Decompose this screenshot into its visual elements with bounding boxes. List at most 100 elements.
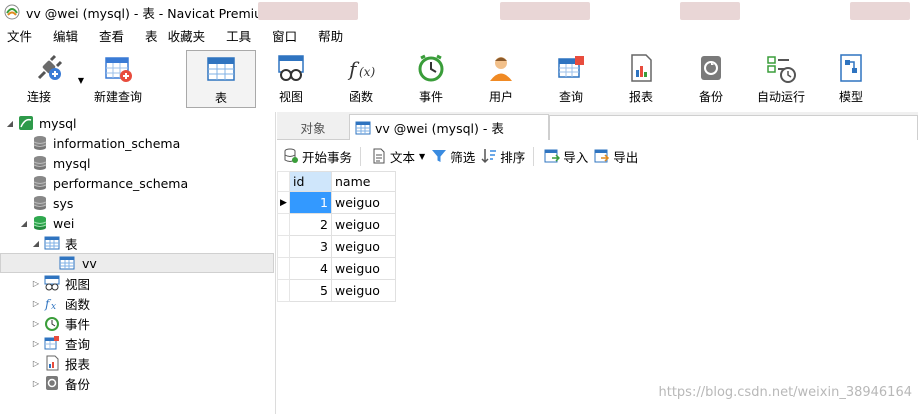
tree-label: 事件 — [65, 316, 91, 332]
menu-file[interactable]: 文件 — [3, 26, 36, 45]
collapsed-arrow-icon[interactable]: ▷ — [30, 319, 42, 328]
tree-label: 函数 — [65, 296, 91, 312]
table-row[interactable]: 5 weiguo — [277, 279, 396, 302]
cell-id[interactable]: 1 — [289, 191, 332, 214]
tree-label: 报表 — [65, 356, 91, 372]
tree-queries-node[interactable]: ▷ 查询 — [0, 333, 276, 353]
view-button[interactable]: 视图 — [256, 50, 326, 108]
view-icon — [278, 55, 304, 81]
backup-icon — [701, 56, 721, 80]
tree-functions-node[interactable]: ▷ fx 函数 — [0, 293, 276, 313]
database-icon — [33, 136, 47, 150]
menu-help[interactable]: 帮助 — [314, 26, 347, 45]
collapsed-arrow-icon[interactable]: ▷ — [30, 359, 42, 368]
cell-id[interactable]: 2 — [289, 213, 332, 236]
cell-name[interactable]: weiguo — [331, 235, 396, 258]
report-button[interactable]: 报表 — [606, 50, 676, 108]
user-button[interactable]: 用户 — [466, 50, 536, 108]
automation-button[interactable]: 自动运行 — [748, 50, 814, 108]
query-icon — [44, 336, 59, 350]
table-icon — [207, 57, 235, 81]
table-row[interactable]: 4 weiguo — [277, 257, 396, 280]
tree-label: 备份 — [65, 376, 91, 392]
collapsed-arrow-icon[interactable]: ▷ — [30, 279, 42, 288]
export-button[interactable]: 导出 — [594, 147, 638, 166]
blurred-tab — [680, 2, 740, 20]
table-toolbar: 开始事务 文本 ▼ 筛选 排序 导入 导出 — [277, 141, 918, 171]
collapsed-arrow-icon[interactable]: ▷ — [30, 339, 42, 348]
tree-table-vv[interactable]: vv — [0, 253, 274, 273]
function-label: 函数 — [348, 90, 373, 104]
row-header — [277, 279, 290, 302]
function-button[interactable]: f (x) 函数 — [326, 50, 396, 108]
tree-label: vv — [82, 255, 97, 271]
watermark: https://blog.csdn.net/weixin_38946164 — [658, 385, 912, 400]
cell-name[interactable]: weiguo — [331, 191, 396, 214]
begin-transaction-label: 开始事务 — [302, 149, 353, 165]
cell-id[interactable]: 4 — [289, 257, 332, 280]
table-row[interactable]: 2 weiguo — [277, 213, 396, 236]
cell-name[interactable]: weiguo — [331, 213, 396, 236]
menu-tools[interactable]: 工具 — [222, 26, 255, 45]
tree-label: sys — [53, 195, 74, 211]
query-label: 查询 — [558, 90, 583, 104]
menu-edit[interactable]: 编辑 — [49, 26, 82, 45]
cell-name[interactable]: weiguo — [331, 279, 396, 302]
tree-tables-node[interactable]: ◢ 表 — [0, 233, 276, 253]
event-button[interactable]: 事件 — [396, 50, 466, 108]
tree-db-information-schema[interactable]: information_schema — [0, 133, 276, 153]
navigation-tree: ◢ mysql information_schema mysql perform… — [0, 112, 276, 414]
tree-db-wei[interactable]: ◢ wei — [0, 213, 276, 233]
expanded-arrow-icon[interactable]: ◢ — [30, 239, 42, 248]
tree-db-mysql[interactable]: mysql — [0, 153, 276, 173]
cell-id[interactable]: 5 — [289, 279, 332, 302]
tree-label: 视图 — [65, 276, 91, 292]
cell-name[interactable]: weiguo — [331, 257, 396, 280]
tree-connection-mysql[interactable]: ◢ mysql — [0, 113, 276, 133]
expanded-arrow-icon[interactable]: ◢ — [4, 119, 16, 128]
import-button[interactable]: 导入 — [544, 147, 588, 166]
column-header-id[interactable]: id — [289, 171, 332, 192]
collapsed-arrow-icon[interactable]: ▷ — [30, 379, 42, 388]
column-header-name[interactable]: name — [331, 171, 396, 192]
cell-id[interactable]: 3 — [289, 235, 332, 258]
new-query-button[interactable]: 新建查询 — [88, 50, 148, 108]
chevron-down-icon[interactable]: ▼ — [419, 152, 425, 161]
tree-events-node[interactable]: ▷ 事件 — [0, 313, 276, 333]
sort-button[interactable]: 排序 — [481, 146, 535, 166]
tree-views-node[interactable]: ▷ 视图 — [0, 273, 276, 293]
blurred-tab — [500, 2, 590, 20]
begin-transaction-button[interactable]: 开始事务 — [283, 146, 362, 166]
report-icon — [631, 54, 652, 82]
query-button[interactable]: 查询 — [536, 50, 606, 108]
table-row[interactable]: 3 weiguo — [277, 235, 396, 258]
new-query-label: 新建查询 — [93, 90, 142, 104]
menu-favorites[interactable]: 收藏夹 — [164, 26, 210, 45]
tree-reports-node[interactable]: ▷ 报表 — [0, 353, 276, 373]
expanded-arrow-icon[interactable]: ◢ — [18, 219, 30, 228]
menu-bar: 文件 编辑 查看 表 收藏夹 工具 窗口 帮助 — [0, 24, 918, 46]
filter-button[interactable]: 筛选 — [431, 147, 475, 166]
model-button[interactable]: 模型 — [818, 50, 884, 108]
table-button[interactable]: 表 — [186, 50, 256, 108]
tree-db-sys[interactable]: sys — [0, 193, 276, 213]
table-icon — [44, 236, 60, 250]
menu-view[interactable]: 查看 — [95, 26, 128, 45]
plug-icon — [37, 54, 63, 80]
table-row[interactable]: ▶ 1 weiguo — [277, 191, 396, 214]
chevron-down-icon[interactable]: ▼ — [78, 76, 84, 85]
menu-window[interactable]: 窗口 — [268, 26, 301, 45]
current-row-arrow-icon: ▶ — [277, 191, 290, 214]
tab-objects[interactable]: 对象 — [277, 114, 349, 140]
backup-button[interactable]: 备份 — [676, 50, 746, 108]
tree-db-performance-schema[interactable]: performance_schema — [0, 173, 276, 193]
tab-table-vv[interactable]: vv @wei (mysql) - 表 — [349, 114, 549, 140]
main-toolbar: ▼ 连接 新建查询 表 视图 f (x) 函数 事件 用户 查询 报表 备份 自… — [0, 46, 918, 112]
menu-table[interactable]: 表 — [141, 26, 162, 45]
connect-button[interactable]: ▼ 连接 — [14, 50, 84, 108]
query-icon — [558, 56, 584, 78]
collapsed-arrow-icon[interactable]: ▷ — [30, 299, 42, 308]
tree-backups-node[interactable]: ▷ 备份 — [0, 373, 276, 393]
tree-label: wei — [53, 215, 75, 231]
text-button[interactable]: 文本 ▼ — [371, 147, 425, 166]
